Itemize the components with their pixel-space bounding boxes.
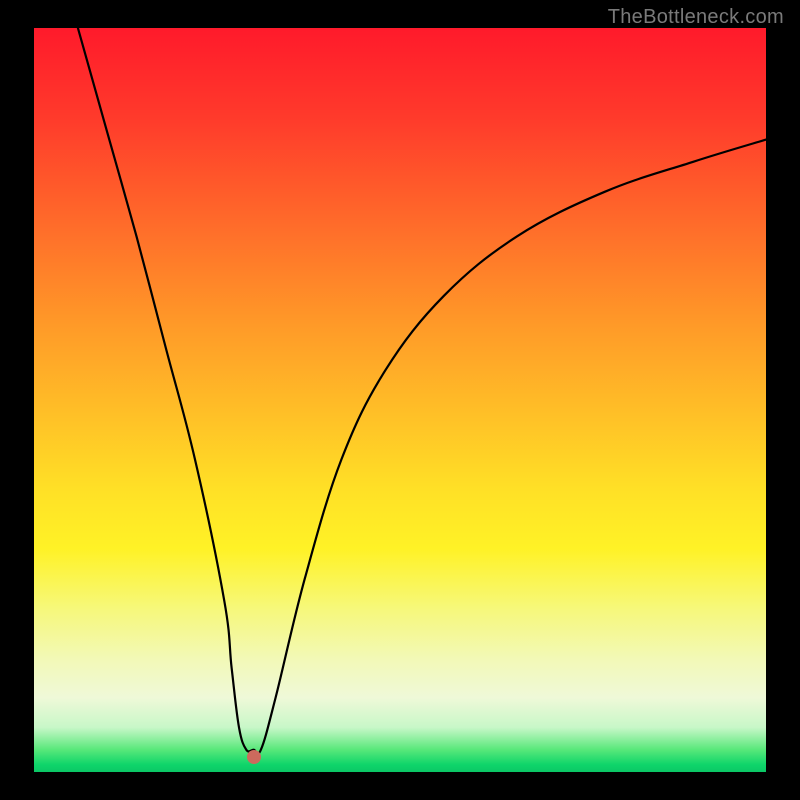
bottleneck-curve [34, 28, 766, 772]
plot-area [34, 28, 766, 772]
watermark-text: TheBottleneck.com [608, 6, 784, 29]
optimal-point-marker [247, 750, 261, 764]
chart-frame: TheBottleneck.com [0, 0, 800, 800]
